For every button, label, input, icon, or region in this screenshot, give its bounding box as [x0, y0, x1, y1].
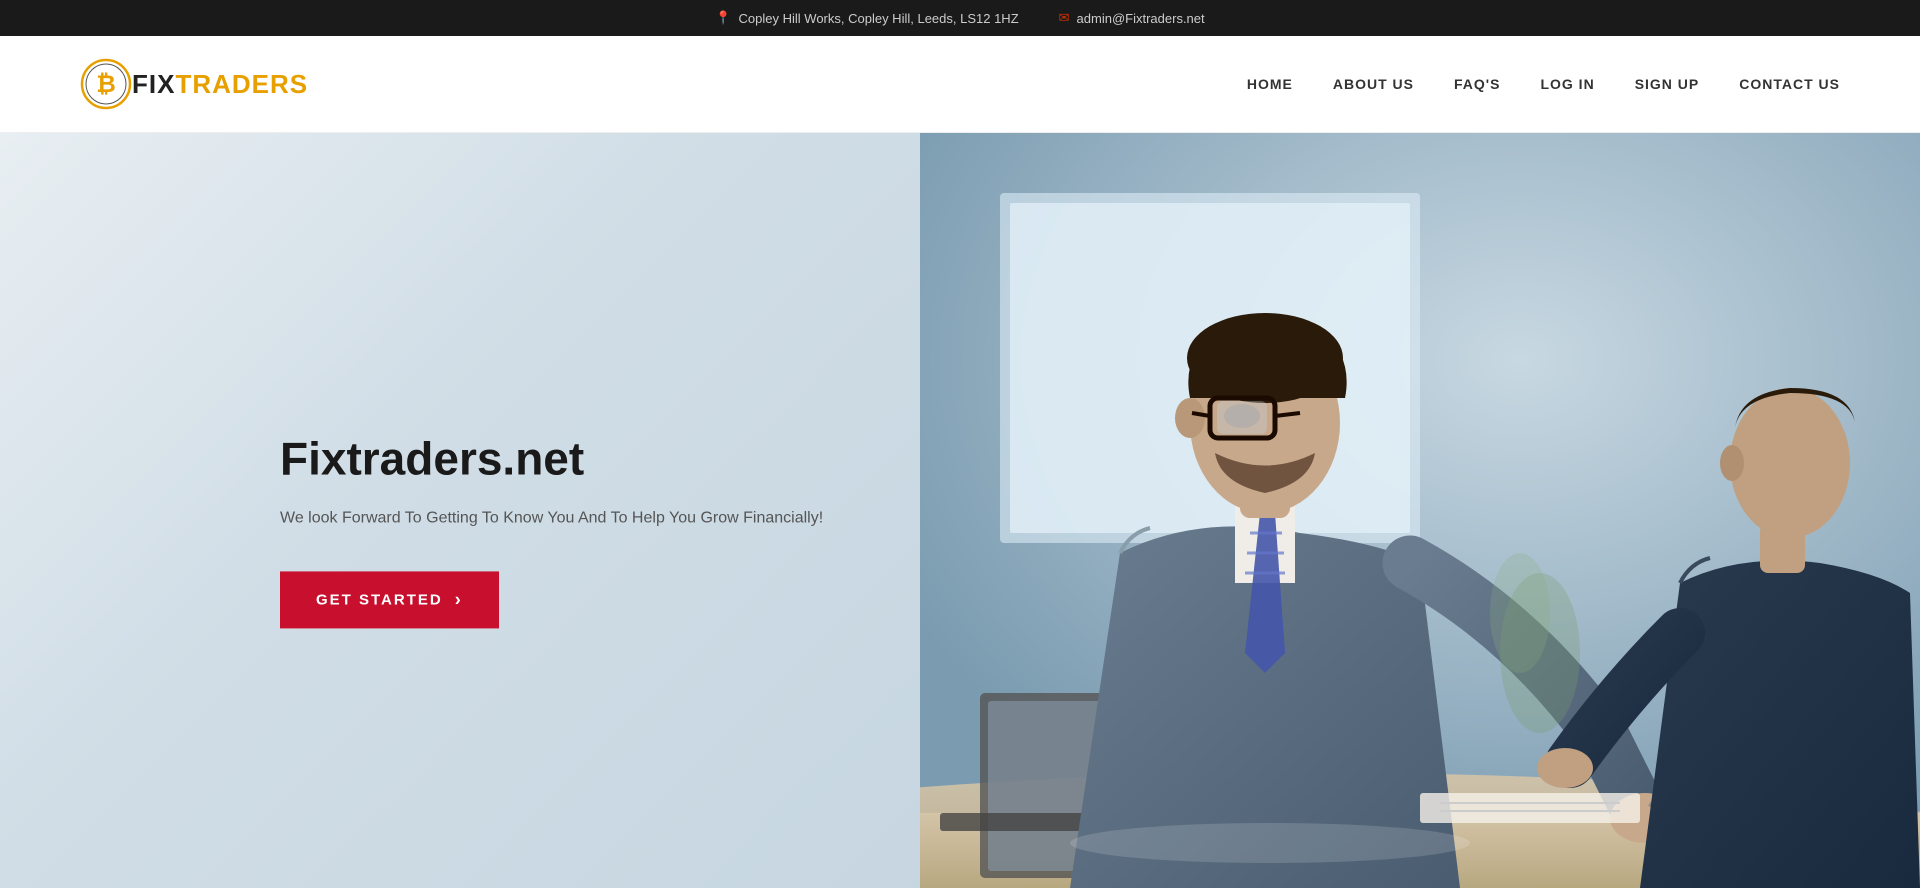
nav-home[interactable]: HOME [1247, 71, 1293, 97]
logo-traders-text: TRADERS [175, 69, 308, 99]
hero-section: Fixtraders.net We look Forward To Gettin… [0, 133, 1920, 888]
logo-fix-text: FIX [132, 69, 175, 99]
main-nav: HOME ABOUT US FAQ'S LOG IN SIGN UP CONTA… [1247, 71, 1840, 97]
nav-about[interactable]: ABOUT US [1333, 71, 1414, 97]
top-bar: 📍 Copley Hill Works, Copley Hill, Leeds,… [0, 0, 1920, 36]
hero-content: Fixtraders.net We look Forward To Gettin… [280, 433, 823, 628]
email-text: admin@Fixtraders.net [1077, 11, 1205, 26]
hero-title: Fixtraders.net [280, 433, 823, 484]
nav-faqs[interactable]: FAQ'S [1454, 71, 1500, 97]
hero-bg-right [920, 133, 1920, 888]
hero-subtitle: We look Forward To Getting To Know You A… [280, 506, 823, 532]
logo[interactable]: ₿ FIXTRADERS [80, 58, 308, 110]
email-item: ✉ admin@Fixtraders.net [1059, 10, 1205, 26]
location-icon: 📍 [715, 10, 731, 26]
get-started-button[interactable]: GET STARTED › [280, 571, 499, 628]
get-started-label: GET STARTED [316, 591, 443, 608]
svg-text:₿: ₿ [96, 71, 116, 98]
nav-login[interactable]: LOG IN [1540, 71, 1594, 97]
email-icon: ✉ [1059, 10, 1070, 26]
header: ₿ FIXTRADERS HOME ABOUT US FAQ'S LOG IN … [0, 36, 1920, 133]
nav-contact[interactable]: CONTACT US [1739, 71, 1840, 97]
hero-illustration [920, 133, 1920, 888]
address-text: Copley Hill Works, Copley Hill, Leeds, L… [739, 11, 1019, 26]
logo-bitcoin-icon: ₿ [80, 58, 132, 110]
nav-signup[interactable]: SIGN UP [1635, 71, 1700, 97]
arrow-icon: › [455, 589, 463, 610]
address-item: 📍 Copley Hill Works, Copley Hill, Leeds,… [715, 10, 1018, 26]
